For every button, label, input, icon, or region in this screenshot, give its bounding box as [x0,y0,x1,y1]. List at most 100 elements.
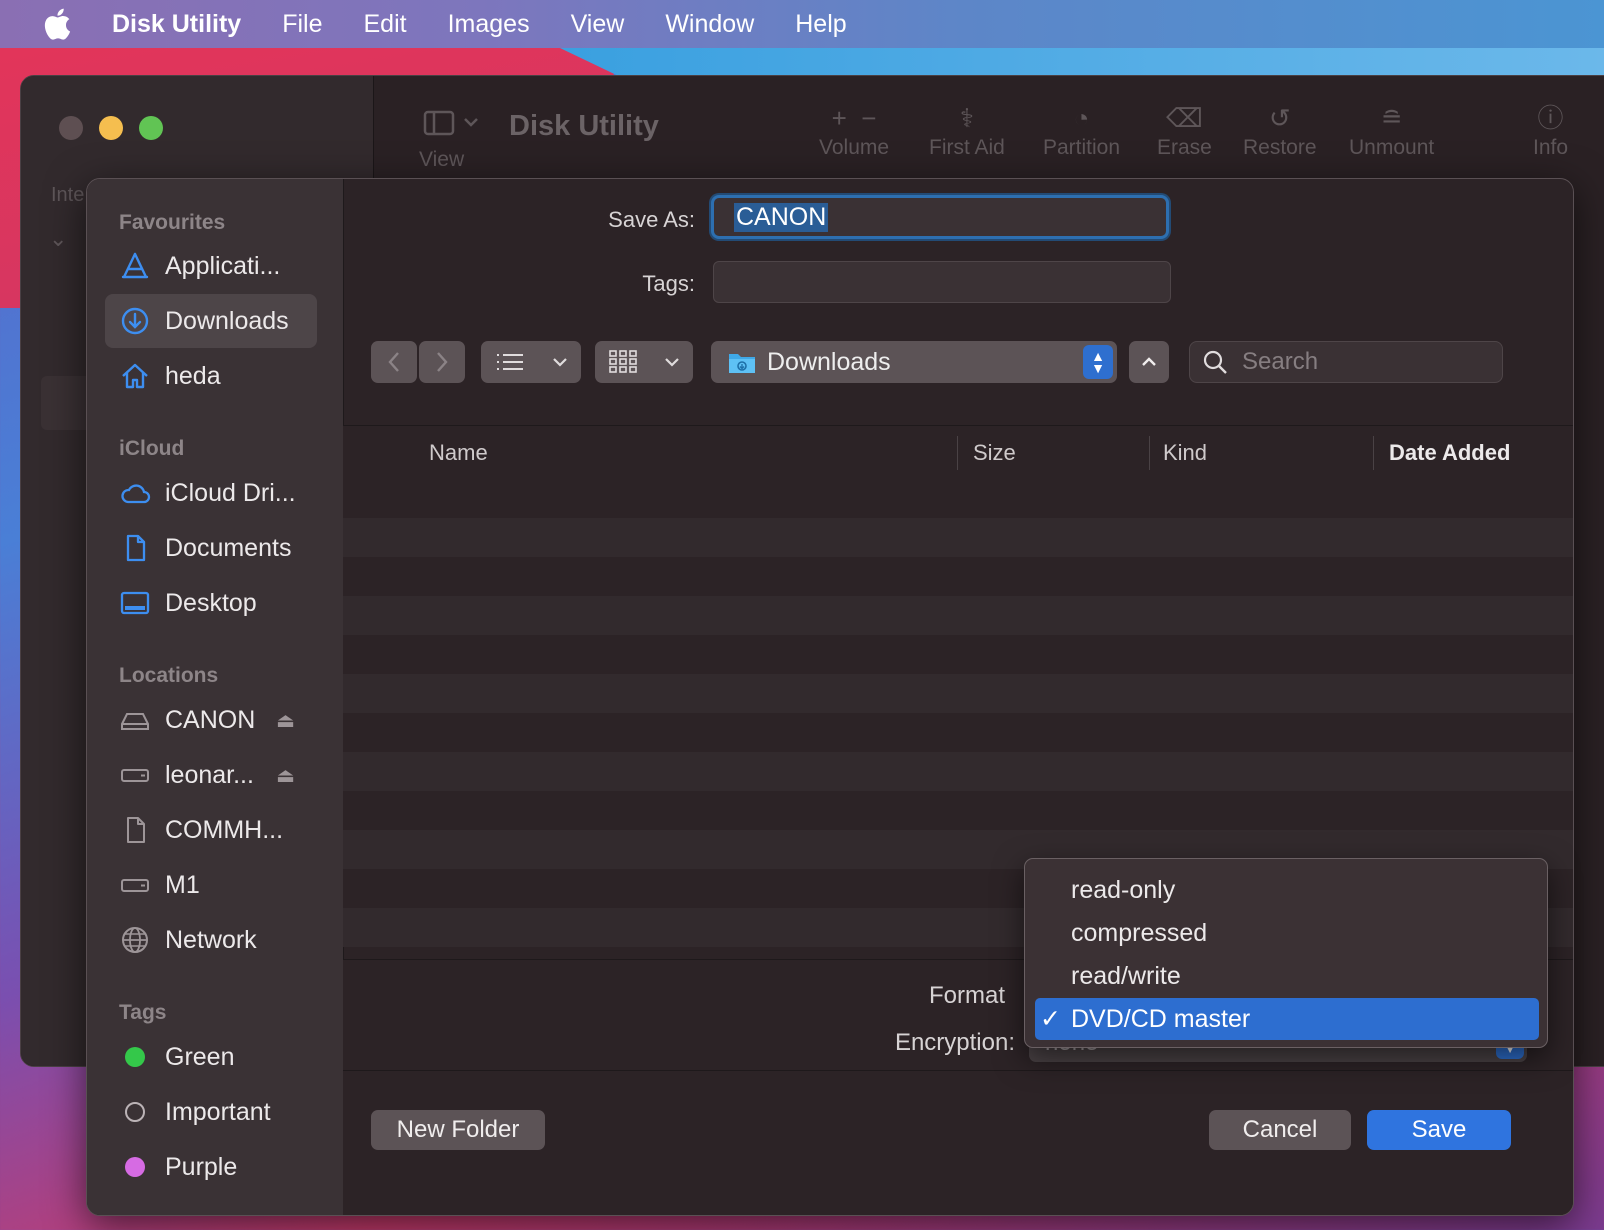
eject-icon[interactable]: ⏏ [276,763,295,788]
sidebar-item-label: COMMH... [165,815,284,844]
format-option-read-only[interactable]: read-only [1035,869,1539,911]
sidebar-tag-important[interactable]: Important [105,1085,317,1139]
toolbar-label: Unmount [1349,136,1435,159]
restore-icon: ↺ [1268,103,1291,133]
sidebar-item-desktop[interactable]: Desktop [105,576,317,630]
dialog-sidebar: Favourites Applicati... Downloads heda i… [87,179,344,1215]
section-icloud: iCloud [119,437,185,460]
column-date-added[interactable]: Date Added [1389,440,1510,466]
search-field[interactable]: Search [1189,341,1503,383]
minimize-button[interactable] [99,116,123,140]
view-toolbar-item[interactable]: View [419,106,481,171]
sidebar-item-label: heda [165,361,221,390]
toolbar-erase[interactable]: ⌫ Erase [1157,100,1212,160]
file-list-header: Name Size Kind Date Added [343,425,1573,481]
option-label: read-only [1071,875,1176,904]
column-separator [1149,436,1150,470]
menu-images[interactable]: Images [448,10,530,39]
toolbar-label: Erase [1157,136,1212,159]
save-button[interactable]: Save [1367,1110,1511,1150]
column-separator [957,436,958,470]
toolbar-label: Restore [1243,136,1317,159]
encryption-label: Encryption: [894,1029,1015,1056]
sidebar-tag-green[interactable]: Green [105,1030,317,1084]
document-icon [119,814,151,846]
menu-edit[interactable]: Edit [364,10,407,39]
sidebar-item-home[interactable]: heda [105,349,317,403]
eject-icon[interactable]: ⏏ [276,708,295,733]
tag-dot-icon [119,1041,151,1073]
list-row [343,635,1573,674]
column-name[interactable]: Name [429,440,488,466]
column-size[interactable]: Size [973,440,1016,466]
tag-dot-icon [119,1151,151,1183]
tags-field[interactable] [713,261,1171,303]
menu-help[interactable]: Help [795,10,846,39]
drive-icon [119,704,151,736]
sidebar-item-leonar[interactable]: leonar... ⏏ [105,748,317,802]
unmount-icon: ≘ [1380,103,1403,133]
menu-view[interactable]: View [571,10,625,39]
sidebar-item-documents[interactable]: Documents [105,521,317,575]
sidebar-item-label: Documents [165,533,292,562]
toolbar-restore[interactable]: ↺ Restore [1243,100,1317,160]
sidebar-item-commh[interactable]: COMMH... [105,803,317,857]
section-tags: Tags [119,1001,167,1024]
section-locations: Locations [119,664,219,687]
menu-file[interactable]: File [282,10,322,39]
toolbar-info[interactable]: ⓘ Info [1533,100,1568,160]
globe-icon [119,924,151,956]
sidebar-tag-purple[interactable]: Purple [105,1140,317,1194]
applications-icon [119,250,151,282]
list-row [343,596,1573,635]
zoom-button[interactable] [139,116,163,140]
plus-minus-icon: + − [831,103,877,133]
info-icon: ⓘ [1537,103,1564,133]
toolbar-volume[interactable]: + − Volume [819,100,889,160]
grid-view-button[interactable] [595,341,693,383]
menu-window[interactable]: Window [665,10,754,39]
format-option-dvd-cd-master[interactable]: ✓ DVD/CD master [1035,998,1539,1040]
close-button[interactable] [59,116,83,140]
dialog-main: Save As: CANON Tags: Downloads ▲ ▼ Searc… [343,179,1573,1215]
option-label: DVD/CD master [1071,1004,1251,1033]
list-row [343,518,1573,557]
location-label: Downloads [767,347,891,376]
sidebar-item-label: CANON [165,705,256,734]
column-separator [1373,436,1374,470]
toolbar-label: Volume [819,136,890,159]
list-row [343,752,1573,791]
menu-app-name[interactable]: Disk Utility [112,10,241,39]
toolbar-unmount[interactable]: ≘ Unmount [1349,100,1434,160]
format-option-read-write[interactable]: read/write [1035,955,1539,997]
chevron-down-icon[interactable]: ⌄ [49,226,67,252]
location-popup[interactable]: Downloads ▲ ▼ [711,341,1117,383]
sidebar-item-m1[interactable]: M1 [105,858,317,912]
toolbar-partition[interactable]: ◔ Partition [1043,100,1120,160]
format-label: Format [928,982,1005,1009]
column-kind[interactable]: Kind [1163,440,1207,466]
toolbar-first-aid[interactable]: ⚕ First Aid [929,100,1005,160]
format-option-compressed[interactable]: compressed [1035,912,1539,954]
back-button[interactable] [371,341,417,383]
sidebar-item-downloads[interactable]: Downloads [105,294,317,348]
list-view-button[interactable] [481,341,581,383]
checkmark-icon: ✓ [1040,1005,1061,1033]
save-as-field[interactable]: CANON [711,195,1169,239]
format-menu: read-only compressed read/write ✓ DVD/CD… [1024,858,1548,1048]
sidebar-item-network[interactable]: Network [105,913,317,967]
sidebar-item-canon[interactable]: CANON ⏏ [105,693,317,747]
list-icon [496,354,523,370]
search-icon [1203,350,1227,374]
new-folder-button[interactable]: New Folder [371,1110,545,1150]
sidebar-item-applications[interactable]: Applicati... [105,239,317,293]
chevron-left-icon [388,352,399,372]
apple-logo-icon[interactable] [42,7,72,41]
sidebar-item-icloud-drive[interactable]: iCloud Dri... [105,466,317,520]
drive-icon [119,869,151,901]
option-label: read/write [1071,961,1181,990]
forward-button[interactable] [419,341,465,383]
cancel-button[interactable]: Cancel [1209,1110,1351,1150]
tags-label: Tags: [642,271,695,296]
collapse-button[interactable] [1129,341,1169,383]
